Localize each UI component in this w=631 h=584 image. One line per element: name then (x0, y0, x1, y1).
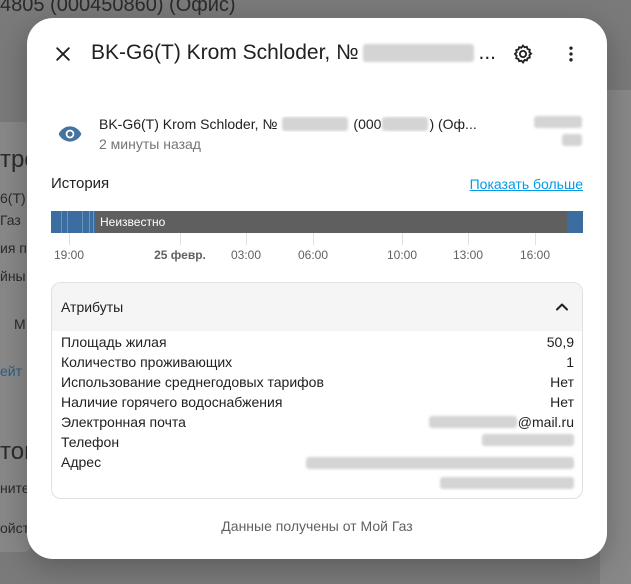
gear-icon (513, 44, 533, 64)
background-text: М (14, 316, 26, 332)
axis-tick-label: 03:00 (230, 248, 262, 262)
dialog-title: BK-G6(T) Krom Schloder, № ... (91, 41, 496, 65)
redacted-email-user (428, 416, 517, 428)
chevron-up-icon (556, 303, 568, 311)
attribute-row: Телефон (61, 434, 574, 454)
axis-tick (402, 233, 403, 245)
attribute-value: 1 (566, 354, 574, 370)
more-info-dialog: BK-G6(T) Krom Schloder, № ... BK-G6(T) K… (27, 18, 607, 559)
redacted-account (382, 117, 429, 131)
entity-name-suffix: ) (Оф... (429, 116, 477, 132)
attribute-row: Электронная почта @mail.ru (61, 414, 574, 434)
redacted-phone (482, 434, 574, 446)
dialog-title-ellipsis: ... (478, 41, 496, 64)
more-vert-icon (569, 46, 573, 62)
dialog-title-text: BK-G6(T) Krom Schloder, № (91, 41, 359, 64)
history-timeline[interactable]: Неизвестно (51, 211, 583, 233)
more-menu-button[interactable] (553, 36, 589, 72)
axis-tick-label: 19:00 (53, 248, 85, 262)
email-domain: @mail.ru (517, 414, 574, 430)
entity-name-mid: (000 (353, 116, 382, 132)
attribute-row: Адрес (61, 454, 574, 494)
entity-name-prefix: BK-G6(T) Krom Schloder, № (99, 116, 278, 132)
axis-tick (69, 233, 70, 245)
axis-tick (180, 233, 181, 245)
attribute-key: Площадь жилая (61, 334, 167, 350)
attributes-panel: Атрибуты Площадь жилая 50,9 Количество п… (51, 282, 583, 499)
redacted-serial (282, 117, 349, 131)
background-link: ейт (0, 363, 23, 379)
axis-tick (535, 233, 536, 245)
axis-tick-label: 13:00 (452, 248, 484, 262)
axis-tick-label: 25 февр. (154, 248, 206, 262)
axis-tick (313, 233, 314, 245)
attribute-key: Телефон (61, 434, 120, 450)
data-source-note: Данные получены от Мой Газ (221, 518, 413, 534)
attribute-row: Наличие горячего водоснабжения Нет (61, 394, 574, 414)
redacted-state (534, 116, 582, 128)
attribute-value: Нет (550, 374, 574, 390)
attribute-value: 50,9 (546, 334, 574, 350)
background-page-title: 4805 (000450860) (Офис) (0, 0, 236, 16)
axis-tick-label: 16:00 (519, 248, 551, 262)
entity-state-value (534, 116, 582, 146)
attributes-title: Атрибуты (61, 299, 124, 315)
settings-button[interactable] (505, 36, 541, 72)
attribute-key: Адрес (61, 454, 102, 470)
close-icon (56, 47, 70, 61)
background-text: йны (0, 268, 26, 284)
background-text: Газ (0, 212, 21, 228)
dialog-header: BK-G6(T) Krom Schloder, № ... (27, 18, 607, 90)
redacted-state (562, 134, 582, 146)
entity-row[interactable]: BK-G6(T) Krom Schloder, № (000 ) (Оф... … (51, 113, 586, 157)
redacted-address (440, 477, 574, 489)
attribute-row: Количество проживающих 1 (61, 354, 574, 374)
axis-tick (468, 233, 469, 245)
attribute-key: Электронная почта (61, 414, 186, 430)
axis-tick-label: 10:00 (386, 248, 418, 262)
attribute-value-address (306, 454, 574, 489)
attributes-header[interactable]: Атрибуты (52, 283, 582, 331)
history-heading: История (51, 175, 110, 192)
attribute-key: Использование среднегодовых тарифов (61, 374, 324, 390)
background-text: ойст (0, 520, 30, 536)
axis-tick-label: 06:00 (297, 248, 329, 262)
attribute-value: Нет (550, 394, 574, 410)
attribute-key: Количество проживающих (61, 354, 233, 370)
redacted-serial (362, 44, 475, 62)
attributes-list: Площадь жилая 50,9 Количество проживающи… (61, 334, 574, 494)
timeline-state-label: Неизвестно (100, 215, 166, 229)
eye-icon (58, 126, 82, 142)
attribute-value-phone (482, 434, 574, 446)
timeline-axis: 19:00 25 февр. 03:00 06:00 10:00 13:00 1… (51, 233, 583, 269)
timeline-segment-known[interactable] (567, 211, 583, 233)
timeline-segment-known[interactable] (51, 211, 95, 233)
entity-name: BK-G6(T) Krom Schloder, № (000 ) (Оф... (99, 116, 494, 132)
last-changed: 2 минуты назад (99, 136, 201, 152)
attribute-value-email: @mail.ru (428, 414, 574, 430)
show-more-link[interactable]: Показать больше (470, 176, 583, 192)
attribute-row: Использование среднегодовых тарифов Нет (61, 374, 574, 394)
attribute-row: Площадь жилая 50,9 (61, 334, 574, 354)
redacted-address (306, 457, 574, 469)
axis-tick (246, 233, 247, 245)
close-button[interactable] (45, 36, 81, 72)
background-text: 6(Т) (0, 190, 26, 206)
background-text: ните (0, 480, 30, 496)
attribute-key: Наличие горячего водоснабжения (61, 394, 283, 410)
